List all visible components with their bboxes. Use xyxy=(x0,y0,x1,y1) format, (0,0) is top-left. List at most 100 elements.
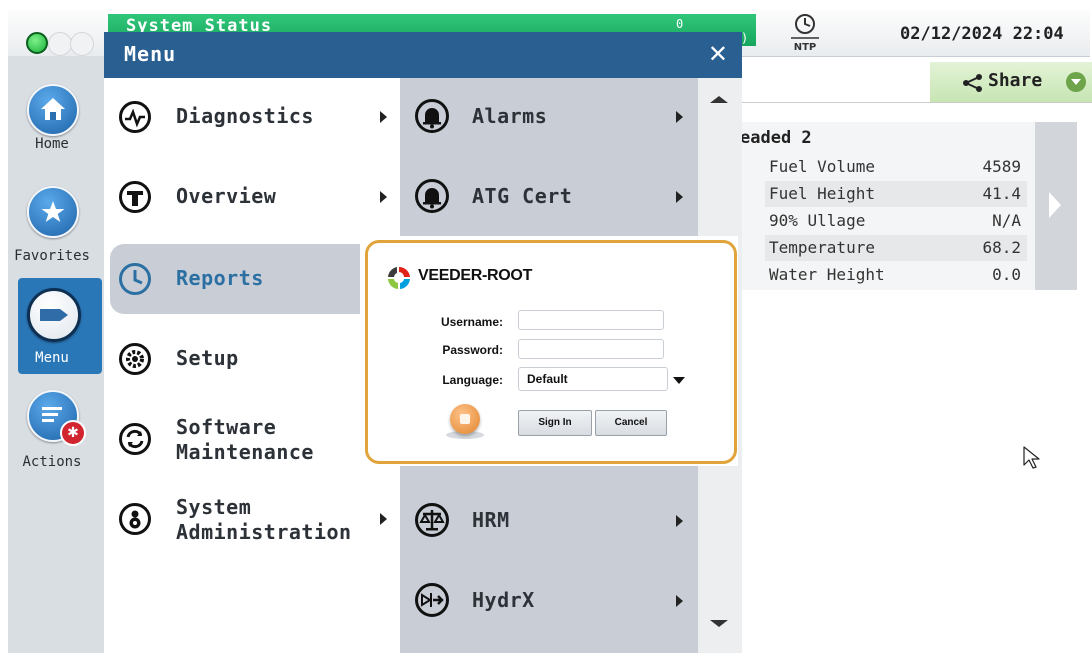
tank-row: 90% Ullage N/A xyxy=(765,208,1027,234)
software-maintenance-icon xyxy=(119,423,151,455)
menu-item-label: Setup xyxy=(176,346,239,370)
menu-main-list: Diagnostics Overview Reports Setup Softw… xyxy=(104,78,400,653)
divider xyxy=(740,102,1092,103)
nav-menu[interactable]: Menu xyxy=(8,278,104,376)
tank-row-value: N/A xyxy=(992,211,1021,230)
tank-row-value: 41.4 xyxy=(982,184,1021,203)
date-time: 02/12/2024 22:04 xyxy=(900,24,1064,44)
submenu-item-atg-cert[interactable]: ATG Cert xyxy=(400,162,698,232)
menu-item-label: Overview xyxy=(176,184,277,208)
tank-row: Temperature 68.2 xyxy=(765,235,1027,261)
scroll-down-icon[interactable] xyxy=(710,620,728,627)
keyboard-button[interactable] xyxy=(450,404,480,434)
tank-row-value: 68.2 xyxy=(982,238,1021,257)
tank-row-label: 90% Ullage xyxy=(769,211,866,230)
alert-badge-icon: ✱ xyxy=(60,420,86,446)
tank-row-label: Fuel Height xyxy=(769,184,875,203)
menu-item-setup[interactable]: Setup xyxy=(104,324,400,394)
chevron-right-icon xyxy=(1049,192,1061,218)
menu-item-overview[interactable]: Overview xyxy=(104,162,400,232)
chevron-right-icon xyxy=(676,191,683,203)
chevron-down-icon[interactable] xyxy=(673,377,685,384)
language-value: Default xyxy=(527,372,568,386)
veeder-root-logo-icon xyxy=(388,266,410,289)
hydrx-icon xyxy=(415,583,449,617)
mouse-cursor-icon xyxy=(1023,446,1040,469)
username-field[interactable] xyxy=(518,310,664,330)
cancel-button[interactable]: Cancel xyxy=(595,410,667,436)
diagnostics-icon xyxy=(119,101,151,133)
chevron-right-icon xyxy=(676,111,683,123)
tank-row-value: 0.0 xyxy=(992,265,1021,284)
language-label: Language: xyxy=(442,373,503,387)
status-light-icon[interactable] xyxy=(26,32,48,54)
setup-gear-icon xyxy=(119,343,151,375)
submenu-item-alarms[interactable]: Alarms xyxy=(400,82,698,152)
share-button[interactable]: Share xyxy=(930,62,1092,102)
nav-home[interactable]: Home xyxy=(8,78,104,174)
menu-item-label-line2: Maintenance xyxy=(176,440,314,464)
menu-item-label: Reports xyxy=(176,266,264,290)
language-select[interactable]: Default xyxy=(518,367,668,391)
tank-row-label: Fuel Volume xyxy=(769,157,875,176)
tank-card[interactable]: eaded 2 Fuel Volume 4589 Fuel Height 41.… xyxy=(735,122,1035,290)
username-label: Username: xyxy=(440,315,503,329)
chevron-right-icon xyxy=(676,595,683,607)
status-light-off-icon xyxy=(70,32,94,56)
sign-in-button[interactable]: Sign In xyxy=(518,410,592,436)
chevron-right-icon xyxy=(676,515,683,527)
tank-title: eaded 2 xyxy=(740,128,812,148)
nav-favorites[interactable]: Favorites xyxy=(8,182,104,278)
login-dialog: VEEDER-ROOT Username: Password: Language… xyxy=(365,240,737,464)
screen-edge xyxy=(0,0,8,653)
menu-item-label-line1: System xyxy=(176,495,252,519)
tank-row-value: 4589 xyxy=(982,157,1021,176)
chevron-right-icon xyxy=(380,513,387,525)
nav-actions[interactable]: ✱ Actions xyxy=(8,386,104,482)
menu-item-software-maintenance[interactable]: Software Maintenance xyxy=(104,404,400,474)
menu-icon xyxy=(27,288,81,342)
menu-item-diagnostics[interactable]: Diagnostics xyxy=(104,82,400,152)
tank-row: Fuel Height 41.4 xyxy=(765,181,1027,207)
bell-icon xyxy=(415,179,449,213)
system-admin-icon xyxy=(119,503,151,535)
share-icon xyxy=(963,74,982,92)
left-nav: Home Favorites Menu ✱ Actions xyxy=(8,56,105,653)
app-screen: System Status 0 Warning(s) NTP 02/12/202… xyxy=(0,0,1092,653)
menu-item-system-administration[interactable]: System Administration xyxy=(104,484,400,554)
menu-item-label: Diagnostics xyxy=(176,104,314,128)
menu-item-label-line1: Software xyxy=(176,415,277,439)
submenu-item-label: ATG Cert xyxy=(472,184,573,208)
chevron-right-icon xyxy=(380,111,387,123)
tank-next-button[interactable] xyxy=(1035,122,1077,290)
brand-name: VEEDER-ROOT xyxy=(418,267,533,284)
reports-clock-icon xyxy=(119,263,151,295)
ntp-label: NTP xyxy=(794,42,817,53)
chevron-right-icon xyxy=(380,191,387,203)
password-field[interactable] xyxy=(518,339,664,359)
tank-row-label: Water Height xyxy=(769,265,885,284)
chevron-down-icon xyxy=(1066,72,1086,92)
scale-icon xyxy=(415,503,449,537)
overview-icon xyxy=(119,181,151,213)
ntp-clock-icon[interactable]: NTP xyxy=(785,12,825,56)
menu-item-reports[interactable]: Reports xyxy=(110,244,400,314)
close-icon[interactable]: ✕ xyxy=(708,40,728,68)
menu-title: Menu xyxy=(124,42,177,66)
submenu-item-label: HydrX xyxy=(472,588,535,612)
password-label: Password: xyxy=(442,343,503,357)
scroll-up-icon[interactable] xyxy=(710,96,728,103)
nav-menu-label: Menu xyxy=(35,350,69,366)
star-icon xyxy=(27,186,79,238)
submenu-item-hydrx[interactable]: HydrX xyxy=(400,566,698,636)
tank-row-label: Temperature xyxy=(769,238,875,257)
submenu-item-label: HRM xyxy=(472,508,510,532)
tank-row: Fuel Volume 4589 xyxy=(765,154,1027,180)
nav-favorites-label: Favorites xyxy=(14,248,90,264)
submenu-item-hrm[interactable]: HRM xyxy=(400,486,698,556)
home-icon xyxy=(27,84,79,136)
status-light-off-icon xyxy=(48,32,72,56)
bell-icon xyxy=(415,99,449,133)
submenu-item-label: Alarms xyxy=(472,104,548,128)
menu-header: Menu ✕ xyxy=(104,32,742,78)
